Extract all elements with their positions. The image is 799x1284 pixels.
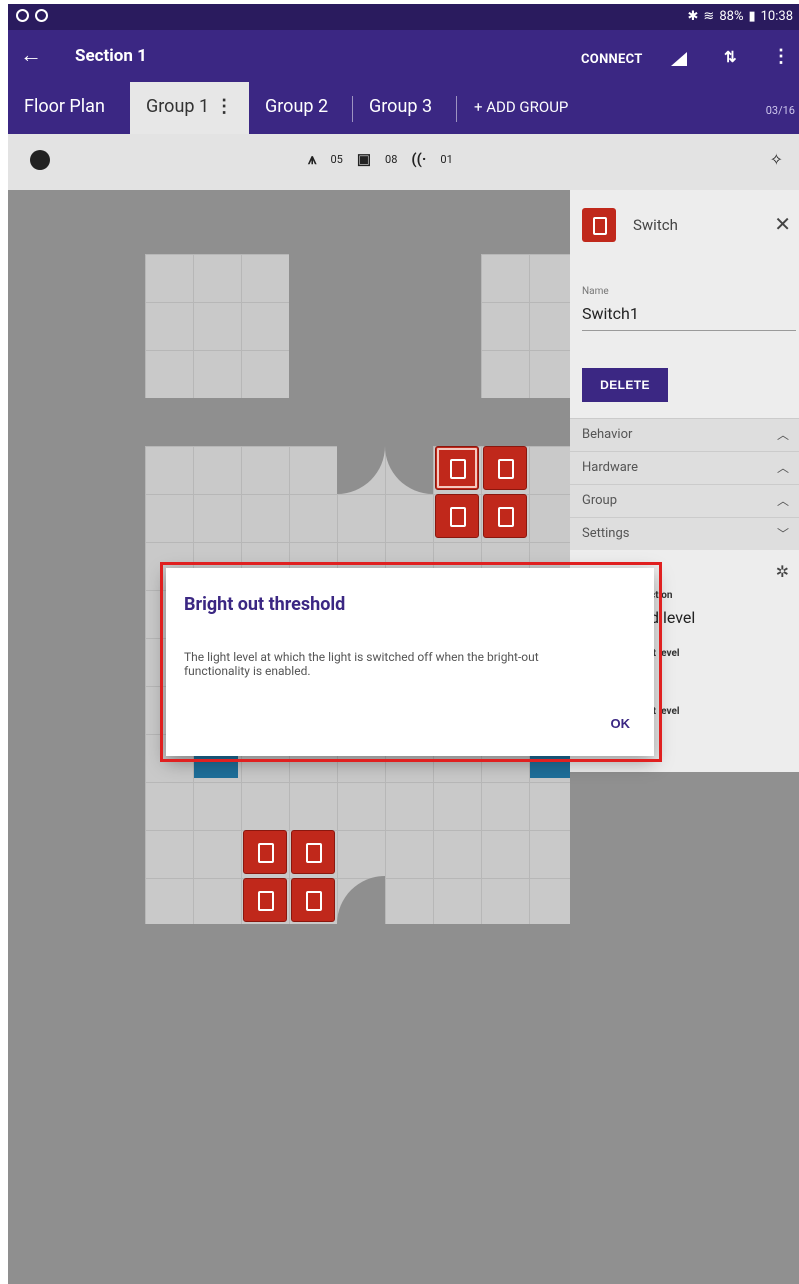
- page-counter: 03/16: [765, 104, 795, 117]
- clock: 10:38: [760, 9, 793, 24]
- tab-group-1[interactable]: Group 1 ⋮: [130, 82, 250, 134]
- floor-grid: [145, 254, 289, 398]
- device-counts: ⩚ 05 ▣ 08 ((· 01: [308, 150, 453, 168]
- section-label: Behavior: [582, 427, 633, 442]
- delete-button[interactable]: DELETE: [582, 368, 668, 402]
- tab-floor-plan[interactable]: Floor Plan: [24, 96, 105, 117]
- luminaire-icon: ⩚: [308, 150, 317, 168]
- section-label: Group: [582, 493, 618, 508]
- section-behavior[interactable]: Behavior ︿: [570, 418, 799, 451]
- tab-divider: [352, 96, 353, 122]
- signal-icon[interactable]: [671, 52, 687, 66]
- switch-device[interactable]: [483, 494, 527, 538]
- device-type-label: Switch: [633, 216, 678, 234]
- location-pin-icon[interactable]: [30, 150, 50, 170]
- more-vert-icon[interactable]: ⋮: [772, 46, 790, 67]
- section-label: Settings: [582, 526, 630, 541]
- close-icon[interactable]: ✕: [774, 212, 791, 236]
- switch-icon: ▣: [356, 150, 372, 168]
- device-screen: ✱ ≋ 88% ▮ 10:38 ← Section 1 CONNECT ⇅ ⋮ …: [8, 4, 799, 1284]
- switch-device[interactable]: [435, 446, 479, 490]
- sync-icon: [16, 9, 29, 22]
- tab-group-3[interactable]: Group 3: [369, 96, 432, 117]
- name-field[interactable]: Switch1: [582, 304, 639, 323]
- tab-menu-icon[interactable]: ⋮: [215, 96, 233, 117]
- switch-icon: [582, 208, 616, 242]
- annotation-highlight: [160, 562, 662, 762]
- app-bar: ← Section 1 CONNECT ⇅ ⋮: [8, 30, 799, 82]
- section-label: Hardware: [582, 460, 638, 475]
- name-field-label: Name: [582, 286, 609, 297]
- switch-device[interactable]: [243, 830, 287, 874]
- tab-divider: [456, 96, 457, 122]
- luminaire-count: 05: [330, 152, 343, 166]
- chevron-down-icon: ﹀: [776, 527, 789, 541]
- section-settings[interactable]: Settings ﹀: [570, 517, 799, 550]
- switch-device[interactable]: [291, 830, 335, 874]
- section-hardware[interactable]: Hardware ︿: [570, 451, 799, 484]
- back-arrow-icon[interactable]: ←: [20, 42, 42, 68]
- section-group[interactable]: Group ︿: [570, 484, 799, 517]
- floor-toolbar: ⩚ 05 ▣ 08 ((· 01 ✧: [8, 134, 799, 190]
- wifi-icon: ≋: [703, 9, 715, 24]
- sensor-icon: ((·: [411, 150, 427, 168]
- add-group-button[interactable]: + ADD GROUP: [474, 98, 568, 116]
- group-tabs: Floor Plan Group 1 ⋮ Group 2 Group 3 + AD…: [8, 82, 799, 134]
- switch-device[interactable]: [291, 878, 335, 922]
- name-field-underline: [582, 330, 796, 331]
- sort-icon[interactable]: ⇅: [724, 48, 737, 66]
- chevron-up-icon: ︿: [776, 494, 789, 508]
- bluetooth-icon: ✱: [687, 9, 699, 24]
- switch-device[interactable]: [483, 446, 527, 490]
- tab-group-2[interactable]: Group 2: [265, 96, 328, 117]
- floor-grid: [481, 254, 570, 398]
- connect-button[interactable]: CONNECT: [581, 52, 643, 67]
- magic-wand-icon[interactable]: ✧: [770, 150, 783, 169]
- sync-icon: [35, 9, 48, 22]
- status-bar: ✱ ≋ 88% ▮ 10:38: [8, 4, 799, 30]
- battery-icon: ▮: [748, 9, 756, 24]
- switch-device[interactable]: [243, 878, 287, 922]
- chevron-up-icon: ︿: [776, 461, 789, 475]
- switch-count: 08: [385, 152, 398, 166]
- switch-device[interactable]: [435, 494, 479, 538]
- panel-header: Switch ✕ Name Switch1 DELETE: [570, 190, 799, 430]
- sensor-count: 01: [440, 152, 453, 166]
- page-title: Section 1: [75, 46, 147, 66]
- chevron-up-icon: ︿: [776, 428, 789, 442]
- gear-icon[interactable]: ✲: [776, 562, 789, 581]
- tab-group-1-label: Group 1: [146, 96, 210, 117]
- battery-percent: 88%: [719, 9, 744, 24]
